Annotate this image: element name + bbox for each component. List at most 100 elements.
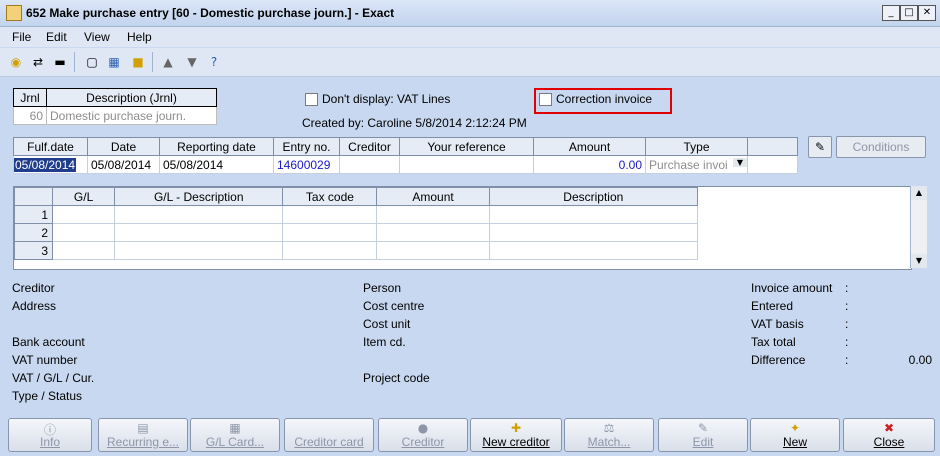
cell[interactable] [376,223,490,242]
window-close-button[interactable]: ✕ [918,5,936,21]
new-creditor-button[interactable]: ✚ New creditor [470,418,562,452]
header-line-description: Description [488,187,699,206]
header-gl: G/L [52,187,116,206]
lines-scrollbar[interactable]: ▲ ▼ [910,186,927,268]
row-number: 2 [14,223,54,242]
attachment-button[interactable]: ✎ [808,136,832,158]
cell[interactable] [114,241,284,260]
lines-grid: G/L G/L - Description Tax code Amount De… [13,186,912,270]
info-difference-value: 0.00 [908,353,932,367]
header-date: Date [87,137,160,156]
table-row[interactable]: 3 [14,241,699,260]
match-button[interactable]: ⚖ Match... [564,418,654,452]
amount-field[interactable]: 0.00 [533,155,646,174]
header-blank [747,137,798,156]
creditor-icon: ● [417,421,429,435]
info-type-status-label: Type / Status [12,389,83,403]
chevron-down-icon[interactable]: ▼ [733,157,747,167]
reporting-date-field[interactable]: 05/08/2014 [159,155,274,174]
fulf-date-field[interactable]: 05/08/2014 [13,155,88,174]
entry-no-field[interactable]: 14600029 [273,155,340,174]
menu-view[interactable]: View [84,30,110,44]
info-colon: : [845,281,849,295]
close-button[interactable]: ✖ Close [843,418,935,452]
blank-cell [747,155,798,174]
grid-icon[interactable]: ▦ [106,54,122,70]
journal-code: 60 [13,106,47,125]
cell[interactable] [282,205,378,224]
gl-card-button[interactable]: ▦ G/L Card... [190,418,280,452]
creditor-card-button-label: Creditor card [294,435,364,449]
type-select[interactable]: Purchase invoi ▼ [645,155,748,174]
help-icon[interactable]: ? [206,54,222,70]
correction-invoice-label: Correction invoice [556,92,653,106]
cell[interactable] [282,241,378,260]
info-item-cd-label: Item cd. [363,335,406,349]
cell[interactable] [282,223,378,242]
arrow-up-icon[interactable]: ▲ [160,54,176,70]
toolbar-separator [152,52,153,72]
cell[interactable] [376,205,490,224]
cell[interactable] [488,205,699,224]
cell[interactable] [114,223,284,242]
recurring-icon: ▤ [137,421,149,435]
cell[interactable] [52,223,116,242]
cell[interactable] [114,205,284,224]
note-icon[interactable]: ■ [130,54,146,70]
journal-description: Domestic purchase journ. [46,106,217,125]
menu-file[interactable]: File [12,30,31,44]
menu-edit[interactable]: Edit [46,30,67,44]
match-button-label: Match... [587,435,631,449]
creditor-card-button[interactable]: Creditor card [284,418,374,452]
dont-display-option[interactable]: Don't display: VAT Lines [305,92,450,107]
info-project-code-label: Project code [363,371,430,385]
edit-button-label: Edit [692,435,714,449]
creditor-button[interactable]: ● Creditor [378,418,468,452]
info-button[interactable]: ⓘ Info [8,418,92,452]
menu-help[interactable]: Help [127,30,152,44]
row-header-corner [14,187,54,206]
fulf-date-selected: 05/08/2014 [14,157,77,172]
recurring-button[interactable]: ▤ Recurring e... [98,418,188,452]
cell[interactable] [52,205,116,224]
date-field[interactable]: 05/08/2014 [87,155,160,174]
info-colon: : [845,317,849,331]
conditions-button[interactable]: Conditions [836,136,926,158]
info-button-label: Info [39,435,60,449]
dont-display-checkbox[interactable] [305,93,318,107]
your-reference-field[interactable] [399,155,534,174]
scroll-up-icon[interactable]: ▲ [911,186,927,200]
table-row[interactable]: 1 [14,205,699,224]
info-invoice-amount-label: Invoice amount [751,281,833,295]
maximize-button[interactable]: □ [900,5,918,21]
new-creditor-icon: ✚ [510,421,522,435]
gl-card-button-label: G/L Card... [205,435,265,449]
transfer-icon[interactable]: ⇄ [30,54,46,70]
exact-icon[interactable]: ◉ [8,54,24,70]
cell[interactable] [488,223,699,242]
info-address-label: Address [12,299,57,313]
minimize-button[interactable]: _ [882,5,900,21]
creditor-field[interactable] [339,155,400,174]
new-creditor-button-label: New creditor [482,435,550,449]
scroll-down-icon[interactable]: ▼ [911,254,927,268]
new-button-label: New [782,435,807,449]
cell[interactable] [488,241,699,260]
creditor-card-icon [285,421,373,435]
preview-icon[interactable]: ▢ [84,54,100,70]
info-icon: ⓘ [43,423,56,437]
cell[interactable] [376,241,490,260]
table-row[interactable]: 2 [14,223,699,242]
correction-invoice-option[interactable]: Correction invoice [539,92,653,107]
cell[interactable] [52,241,116,260]
app-icon [6,5,22,21]
camera-icon[interactable]: ▬ [52,54,68,70]
new-button[interactable]: ✦ New [750,418,840,452]
scroll-track[interactable] [911,200,927,254]
info-tax-total-label: Tax total [751,335,796,349]
info-cost-centre-label: Cost centre [363,299,425,313]
correction-invoice-checkbox[interactable] [539,93,552,107]
arrow-down-icon[interactable]: ▼ [184,54,200,70]
close-button-label: Close [873,435,905,449]
edit-button[interactable]: ✎ Edit [658,418,748,452]
